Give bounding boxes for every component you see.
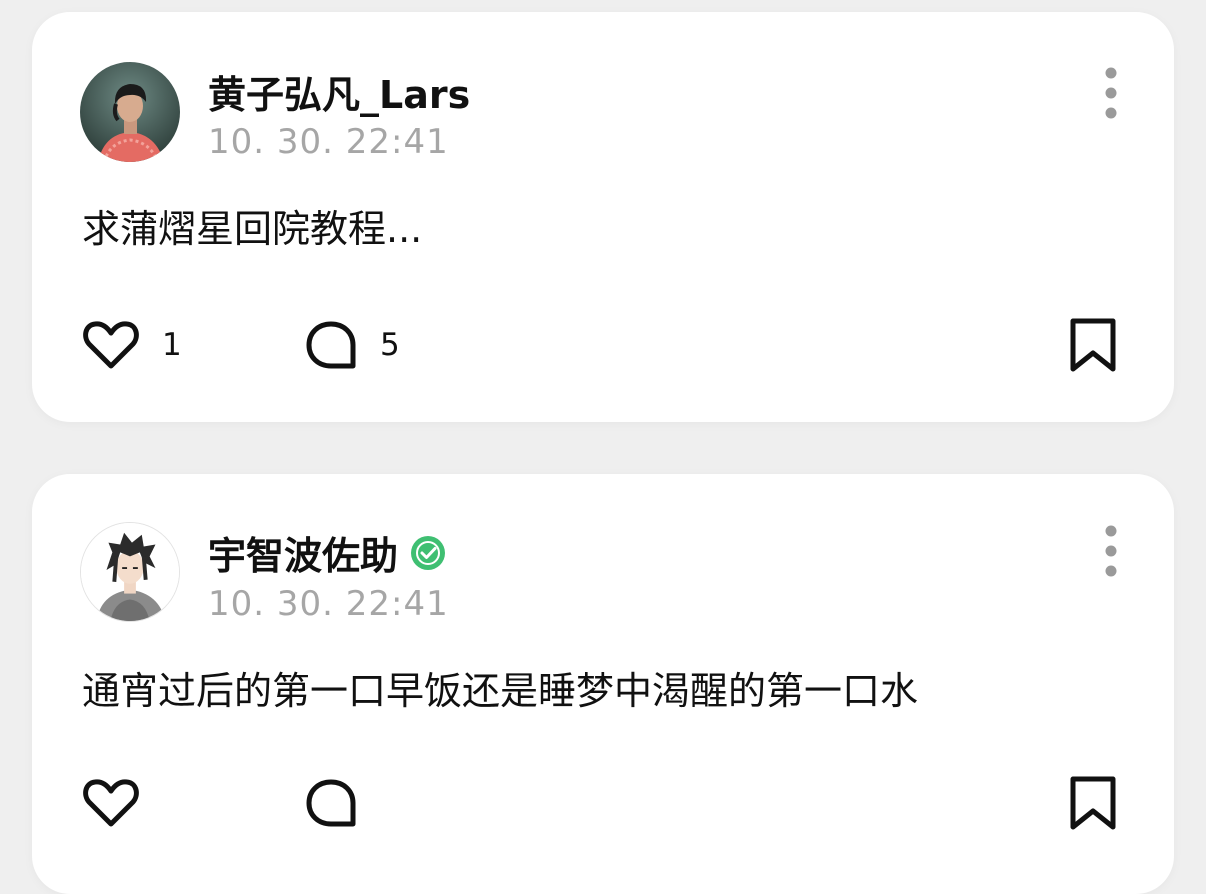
comment-button[interactable] [304,778,380,828]
post-text: 通宵过后的第一口早饭还是睡梦中渴醒的第一口水 [82,669,919,713]
username[interactable]: 宇智波佐助 [208,525,446,580]
comment-bubble-icon [306,321,356,369]
post-card[interactable]: 宇智波佐助 10. 30. 22:41 通宵过后的第一口早饭还是睡梦中渴醒的第一… [32,474,1174,894]
verified-badge-icon [410,535,446,571]
more-vertical-icon [1105,525,1117,577]
like-button[interactable] [82,778,162,828]
like-count: 1 [162,327,182,363]
heart-icon [83,321,139,369]
post-card[interactable]: 黄子弘凡_Lars 10. 30. 22:41 求蒲熠星回院教程... 1 5 [32,12,1174,422]
more-options-button[interactable] [1096,522,1126,582]
more-vertical-icon [1105,67,1117,119]
bookmark-icon [1070,776,1116,830]
avatar[interactable] [80,522,180,622]
post-feed: 黄子弘凡_Lars 10. 30. 22:41 求蒲熠星回院教程... 1 5 [0,0,1206,894]
bookmark-button[interactable] [1068,317,1118,373]
comment-button[interactable]: 5 [304,320,400,370]
post-timestamp: 10. 30. 22:41 [208,122,449,162]
post-text: 求蒲熠星回院教程... [82,207,423,251]
comment-bubble-icon [306,779,356,827]
post-timestamp: 10. 30. 22:41 [208,584,449,624]
more-options-button[interactable] [1096,64,1126,124]
heart-icon [83,779,139,827]
comment-count: 5 [380,327,400,363]
bookmark-button[interactable] [1068,775,1118,831]
avatar[interactable] [80,62,180,162]
username-text: 宇智波佐助 [208,534,399,578]
like-button[interactable]: 1 [82,320,182,370]
username-text: 黄子弘凡_Lars [208,73,471,117]
bookmark-icon [1070,318,1116,372]
username[interactable]: 黄子弘凡_Lars [208,64,470,119]
